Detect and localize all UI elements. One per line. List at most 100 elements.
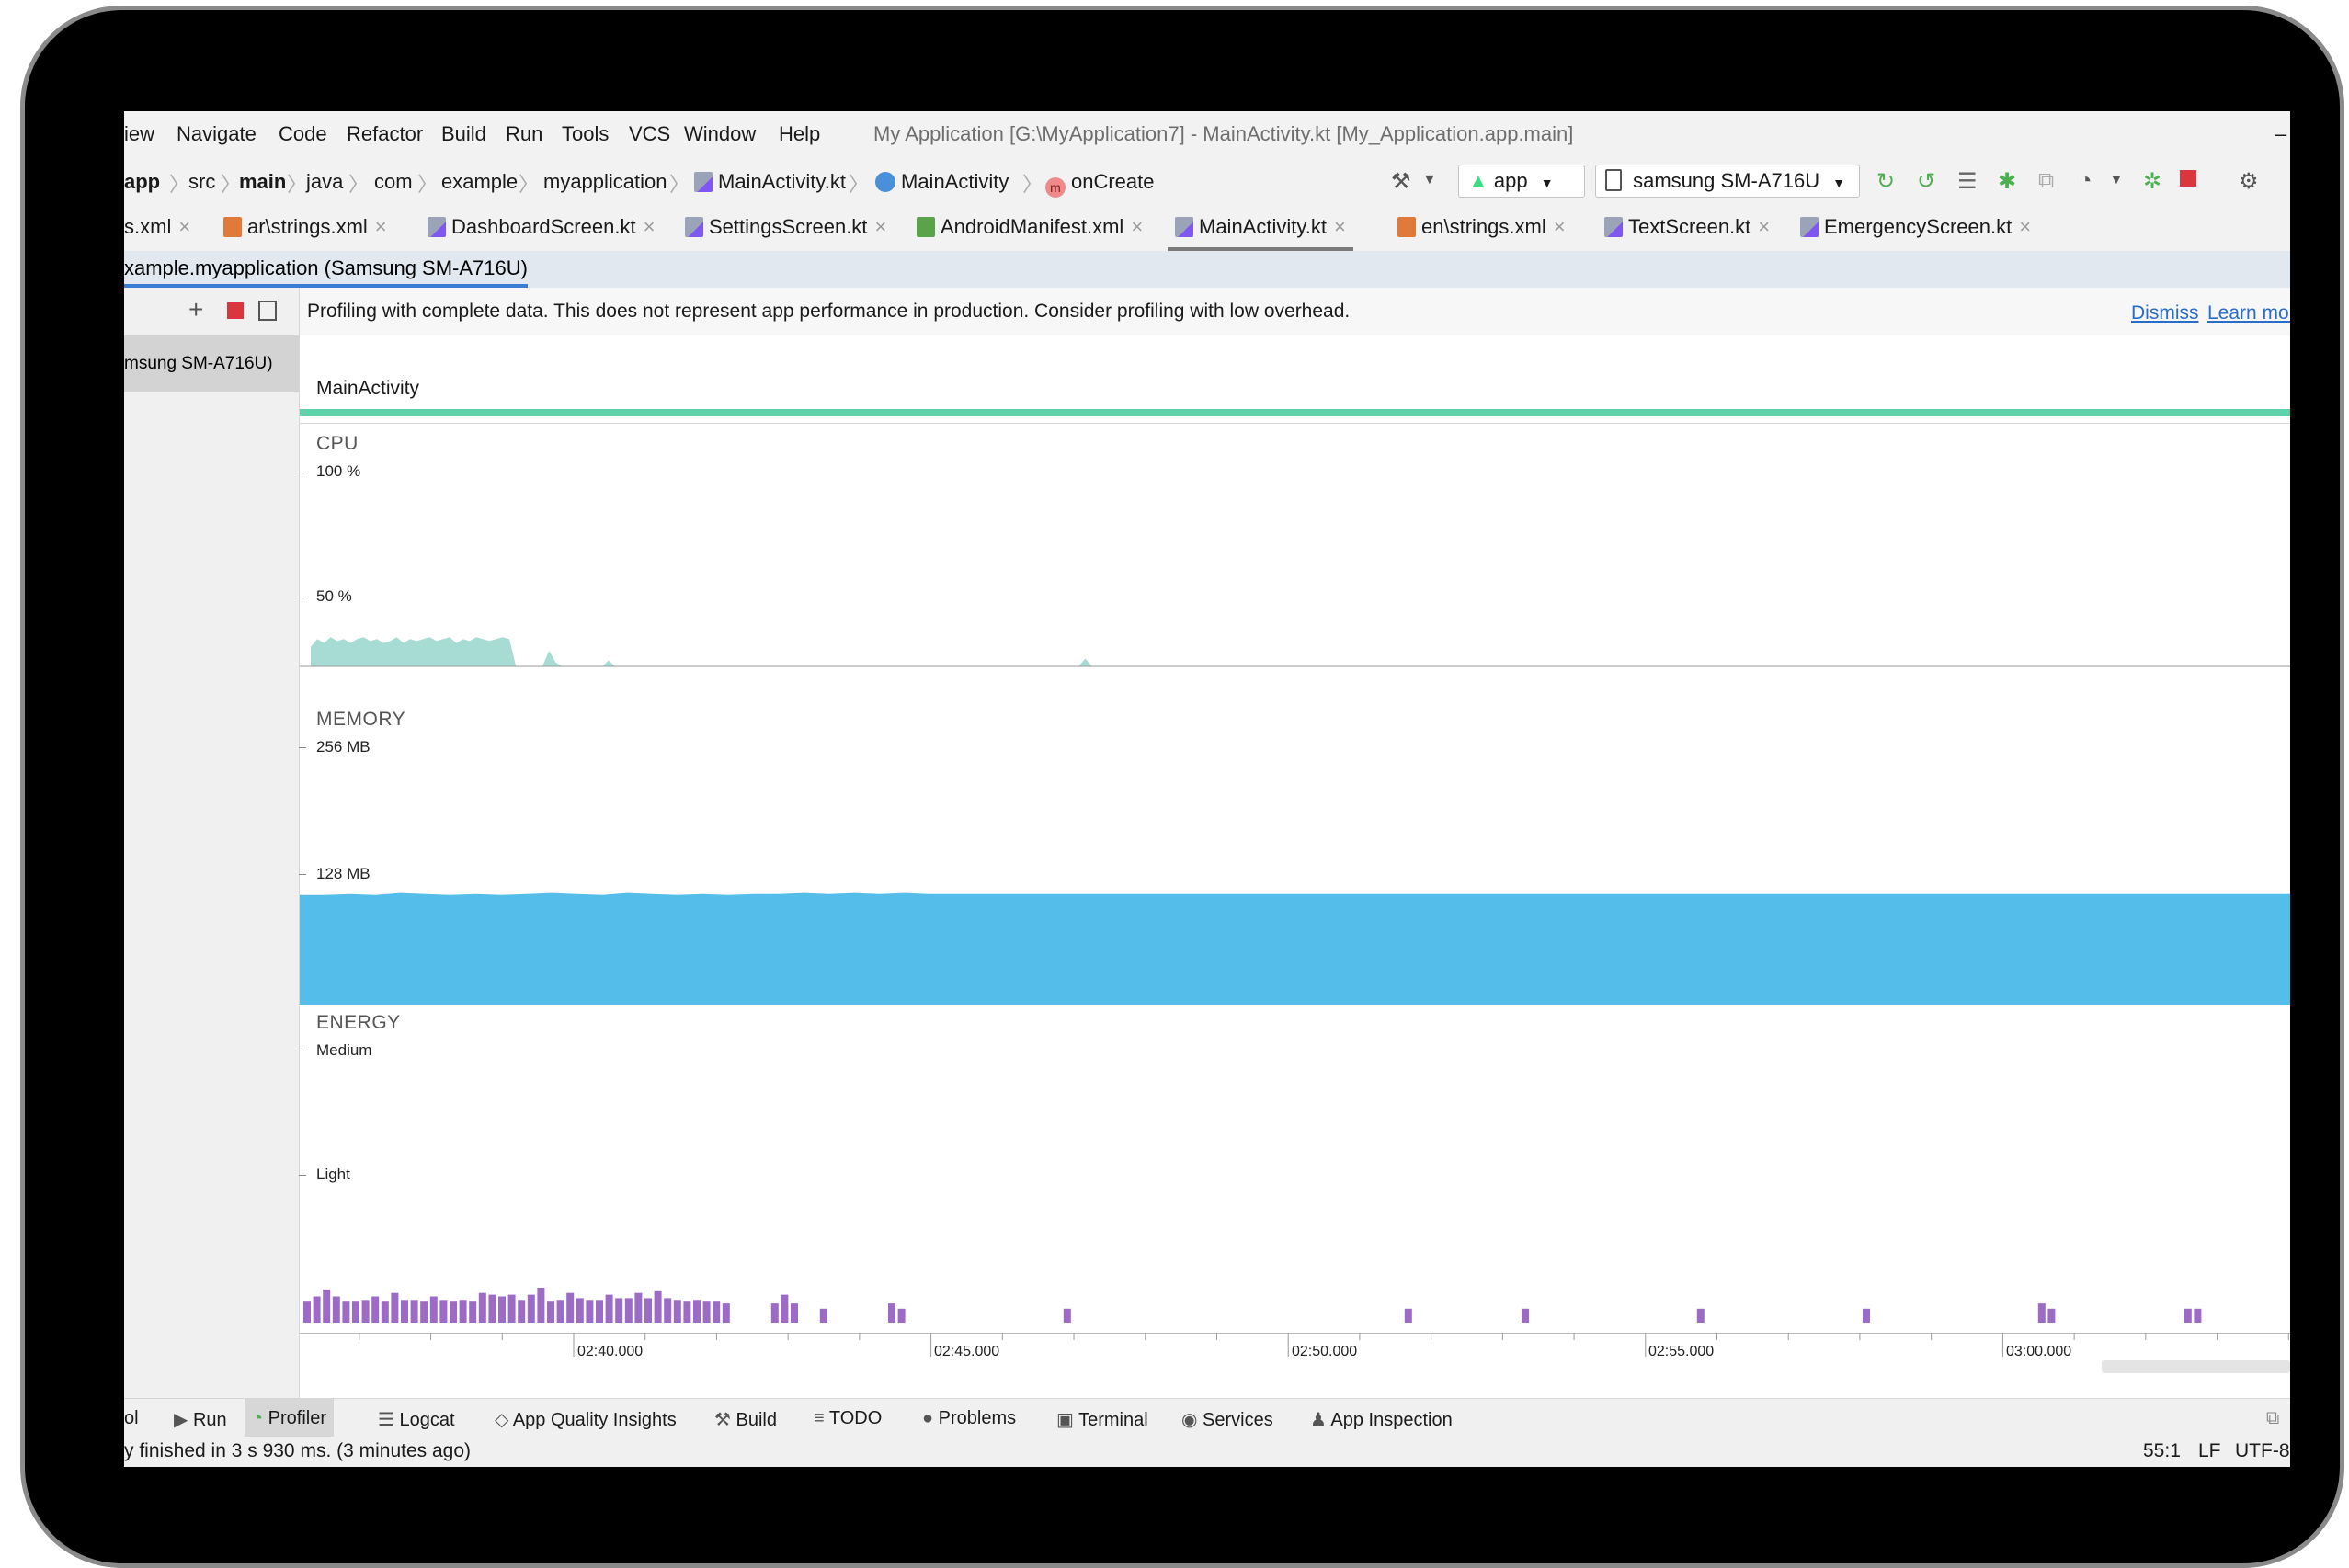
energy-bar [371,1296,380,1323]
tool-problems[interactable]: ● Problems [922,1408,1016,1429]
stop-session-icon[interactable] [227,302,244,319]
tab-strings-xml[interactable]: s.xml × [124,205,190,251]
cpu-monitor[interactable]: CPU 100 % 50 % [299,427,2290,703]
menu-build[interactable]: Build [441,122,486,146]
energy-bar [313,1296,321,1323]
breadcrumb-app[interactable]: app [124,170,160,194]
tab-ar-strings-xml[interactable]: ar\strings.xml × [223,205,387,251]
menu-refactor[interactable]: Refactor [347,122,423,146]
close-icon[interactable]: × [1758,215,1770,238]
breadcrumb-method[interactable]: m onCreate [1045,170,1155,198]
attach-process-icon[interactable]: ✲ [2143,168,2161,195]
tool-app-inspection[interactable]: ♟ App Inspection [1310,1408,1453,1431]
dismiss-link[interactable]: Dismiss [2131,302,2199,324]
energy-monitor[interactable]: ENERGY Medium Light [299,1006,2290,1328]
close-icon[interactable]: × [375,215,387,238]
breadcrumb-separator: 〉 [519,173,540,196]
tool-todo[interactable]: ≡ TODO [814,1408,882,1429]
cursor-position[interactable]: 55:1 [2143,1440,2181,1462]
close-icon[interactable]: × [178,215,190,238]
tool-profiler[interactable]: ◔ Profiler [245,1399,335,1437]
energy-bar [888,1303,895,1323]
apply-code-changes-icon[interactable]: ↺ [1917,168,1935,195]
close-icon[interactable]: × [644,215,656,238]
energy-bar [664,1298,672,1323]
device-selector[interactable]: samsung SM-A716U ▼ [1595,165,1860,198]
profiler-icon[interactable]: ◔ [2079,168,2092,194]
close-icon[interactable]: × [2019,215,2031,238]
tab-label: ar\strings.xml [247,215,368,238]
breadcrumb-separator: 〉 [849,173,870,196]
session-tab[interactable]: xample.myapplication (Samsung SM-A716U) [124,256,528,288]
status-bar: y finished in 3 s 930 ms. (3 minutes ago… [124,1437,2290,1467]
tab-label: en\strings.xml [1421,215,1546,238]
menu-view[interactable]: iew [124,122,154,146]
timeline-scrollbar[interactable] [2102,1360,2290,1373]
time-label: 02:45.000 [934,1344,1000,1359]
breadcrumb-file[interactable]: MainActivity.kt [694,170,846,194]
chevron-down-icon[interactable]: ▼ [2110,172,2123,187]
breadcrumb-src[interactable]: src [188,170,215,194]
breadcrumb-myapplication[interactable]: myapplication [543,170,667,194]
close-icon[interactable]: × [1554,215,1566,238]
menu-vcs[interactable]: VCS [629,122,670,146]
device-icon [1605,169,1622,191]
tool-services[interactable]: ◉ Services [1181,1408,1273,1431]
services-icon: ◉ [1181,1410,1198,1430]
run-tests-icon[interactable]: ☰ [1957,168,1978,195]
tool-label: Services [1203,1410,1273,1430]
tool-build[interactable]: ⚒ Build [714,1408,777,1431]
close-icon[interactable]: × [874,215,886,238]
event-log-icon[interactable]: ⧉ [2266,1408,2279,1429]
tab-emergencyscreen[interactable]: EmergencyScreen.kt × [1800,205,2031,251]
hammer-icon[interactable]: ⚒ [1391,168,1411,195]
menu-window[interactable]: Window [684,122,756,146]
new-session-icon[interactable]: + [188,295,203,324]
breadcrumb-com[interactable]: com [374,170,413,194]
breadcrumb-class[interactable]: MainActivity [875,170,1009,194]
tool-label: Run [192,1410,227,1430]
line-separator[interactable]: LF [2198,1440,2221,1462]
tab-mainactivity[interactable]: MainActivity.kt × [1168,205,1353,251]
breadcrumb-java[interactable]: java [306,170,343,194]
learn-more-link[interactable]: Learn more [2207,302,2290,324]
chevron-down-icon[interactable]: ▼ [1422,172,1437,188]
energy-bar [791,1303,798,1323]
tool-app-quality-insights[interactable]: ◇ App Quality Insights [495,1408,677,1431]
device-manager-icon[interactable]: ⚙ [2239,168,2259,195]
apply-changes-icon[interactable]: ↻ [1876,168,1895,195]
tool-run[interactable]: ▶ Run [174,1408,227,1431]
menu-help[interactable]: Help [779,122,820,146]
time-label: 02:50.000 [1292,1344,1358,1359]
tab-textscreen[interactable]: TextScreen.kt × [1604,205,1770,251]
close-icon[interactable]: × [1334,215,1346,238]
tab-settingsscreen[interactable]: SettingsScreen.kt × [685,205,886,251]
memory-monitor[interactable]: MEMORY 256 MB 128 MB [299,703,2290,1006]
stop-icon[interactable] [2180,170,2196,187]
tool-logcat[interactable]: ☰ Logcat [378,1408,455,1431]
cpu-usage-chart [300,637,2290,667]
run-config-selector[interactable]: ▲ app ▼ [1458,165,1585,198]
menu-run[interactable]: Run [506,122,542,146]
energy-bar [605,1294,613,1323]
debug-icon[interactable]: ✱ [1998,168,2016,195]
menu-code[interactable]: Code [279,122,327,146]
minimize-button[interactable]: – [2275,122,2286,146]
menu-bar: iew Navigate Code Refactor Build Run Too… [124,111,2290,157]
tool-terminal[interactable]: ▣ Terminal [1056,1408,1148,1431]
tab-dashboardscreen[interactable]: DashboardScreen.kt × [428,205,655,251]
tab-androidmanifest[interactable]: AndroidManifest.xml × [917,205,1143,251]
energy-bar [673,1300,681,1323]
tool-partial[interactable]: ol [124,1408,139,1429]
xml-file-icon [223,217,242,237]
breadcrumb-main[interactable]: main [239,170,286,194]
file-encoding[interactable]: UTF-8 [2235,1440,2290,1462]
breadcrumb-example[interactable]: example [441,170,518,194]
menu-navigate[interactable]: Navigate [177,122,257,146]
close-icon[interactable]: × [1131,215,1143,238]
tab-en-strings-xml[interactable]: en\strings.xml × [1397,205,1566,251]
attach-debugger-icon[interactable]: ⧉ [2038,168,2054,194]
menu-tools[interactable]: Tools [562,122,609,146]
collapse-panel-icon[interactable] [258,301,277,321]
session-item[interactable]: msung SM-A716U) [124,335,299,392]
